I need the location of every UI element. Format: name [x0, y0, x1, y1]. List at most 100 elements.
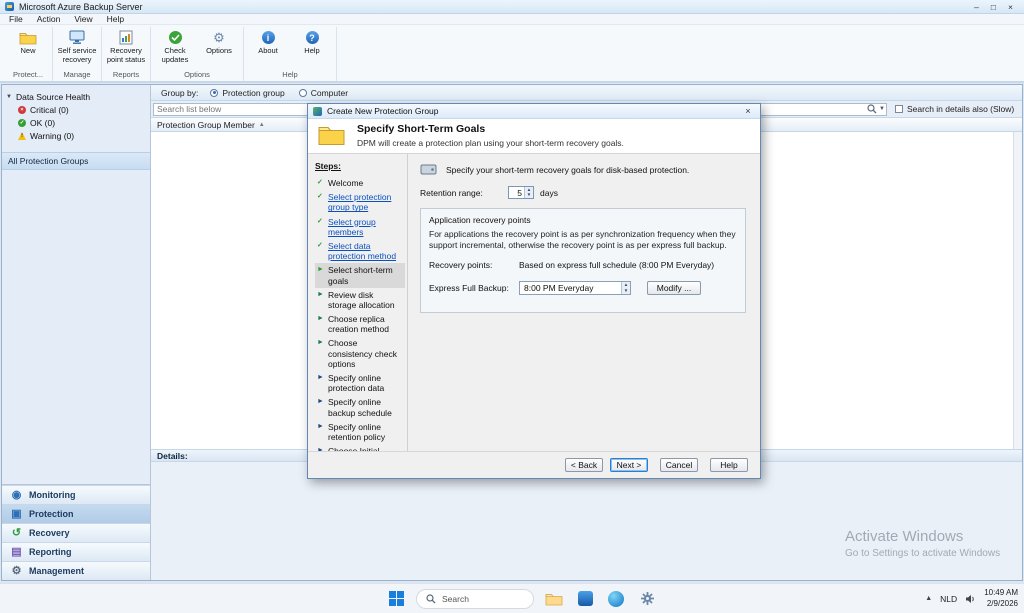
system-tray: ▲ NLD 10:49 AM 2/9/2026	[925, 584, 1018, 613]
wizard-step[interactable]: Select group members	[315, 215, 405, 239]
wizard-buttons: < Back Next > Cancel Help	[308, 451, 760, 478]
step-bullet-icon	[317, 178, 325, 187]
workspace-nav-item[interactable]: ↺ Recovery	[2, 523, 150, 542]
listbox-down-icon[interactable]: ▼	[622, 288, 630, 294]
edge-icon	[608, 590, 624, 607]
group-by-bar: Group by: Protection group Computer	[151, 85, 1022, 101]
navigation-pane: ▼ Data Source Health × Critical (0) ✓ OK…	[2, 85, 151, 580]
about-button[interactable]: i About	[246, 27, 290, 56]
help-dialog-button[interactable]: Help	[710, 458, 748, 472]
maximize-button[interactable]: □	[985, 2, 1002, 12]
new-protection-group-button[interactable]: New	[6, 27, 50, 56]
step-bullet-icon	[317, 290, 325, 299]
search-icon[interactable]	[867, 104, 877, 114]
express-full-backup-row: Express Full Backup: 8:00 PM Everyday ▲ …	[429, 281, 737, 296]
language-indicator[interactable]: NLD	[940, 594, 957, 604]
wizard-step[interactable]: Welcome	[315, 176, 405, 190]
chevron-down-icon: ▼	[6, 94, 12, 100]
health-status-icon: !	[18, 132, 26, 140]
wizard-step[interactable]: Choose Initial Online Replication	[315, 444, 405, 451]
wizard-step[interactable]: Select protection group type	[315, 190, 405, 214]
minimize-button[interactable]: –	[968, 2, 985, 12]
wizard-step[interactable]: Specify online backup schedule	[315, 395, 405, 419]
settings-button[interactable]	[636, 588, 658, 610]
backup-app-button[interactable]	[574, 588, 596, 610]
all-protection-groups-item[interactable]: All Protection Groups	[2, 152, 150, 170]
wizard-step[interactable]: Choose consistency check options	[315, 336, 405, 371]
express-schedule-listbox[interactable]: 8:00 PM Everyday ▲ ▼	[519, 281, 631, 296]
dialog-close-icon[interactable]: ×	[741, 106, 755, 116]
step-bullet-icon	[317, 373, 325, 382]
gear-icon	[640, 592, 654, 605]
taskbar-search-label: Search	[442, 593, 469, 604]
tray-time: 10:49 AM	[984, 588, 1018, 598]
wizard-step[interactable]: Select short-term goals	[315, 263, 405, 288]
button-label: Check updates	[161, 46, 189, 64]
clock[interactable]: 10:49 AM 2/9/2026	[984, 588, 1018, 609]
data-source-health-tree: ▼ Data Source Health × Critical (0) ✓ OK…	[2, 85, 150, 143]
check-updates-button[interactable]: Check updates	[153, 27, 197, 64]
recovery-point-status-button[interactable]: Recovery point status	[104, 27, 148, 64]
taskbar-search[interactable]: Search	[416, 588, 534, 609]
health-status-label: Warning (0)	[30, 131, 75, 141]
help-button[interactable]: ? Help	[290, 27, 334, 56]
spinner-arrows: ▲ ▼	[524, 187, 533, 198]
wizard-step[interactable]: Select data protection method	[315, 239, 405, 263]
start-button[interactable]	[385, 588, 407, 610]
workspace-nav-item[interactable]: ⚙ Management	[2, 561, 150, 580]
wizard-page-content: Specify your short-term recovery goals f…	[408, 154, 760, 451]
workspace-nav-item[interactable]: ▣ Protection	[2, 504, 150, 523]
ribbon-group-label: Protect...	[12, 70, 43, 79]
window-title: Microsoft Azure Backup Server	[19, 1, 143, 12]
self-service-recovery-button[interactable]: Self service recovery	[55, 27, 99, 64]
workspace-nav-item[interactable]: ◉ Monitoring	[2, 485, 150, 504]
ribbon-toolbar: New Protect... Self service recovery Man…	[0, 25, 1024, 83]
workspace-nav: ◉ Monitoring ▣ Protection ↺ Recovery ▤ R…	[2, 484, 150, 580]
menu-item[interactable]: View	[67, 14, 99, 24]
back-button[interactable]: < Back	[565, 458, 603, 472]
ribbon-group-reports: Recovery point status Reports	[102, 27, 151, 81]
file-explorer-button[interactable]	[543, 588, 565, 610]
ribbon-group-protect: New Protect...	[4, 27, 53, 81]
close-button[interactable]: ×	[1002, 2, 1019, 12]
tray-chevron-icon[interactable]: ▲	[925, 595, 932, 602]
search-details-option[interactable]: Search in details also (Slow)	[895, 104, 1014, 114]
window-controls: – □ ×	[968, 2, 1019, 12]
search-dropdown-icon[interactable]: ▼	[879, 106, 885, 112]
health-status-item[interactable]: ! Warning (0)	[2, 130, 150, 143]
cancel-button[interactable]: Cancel	[660, 458, 698, 472]
health-status-item[interactable]: ✓ OK (0)	[2, 117, 150, 130]
next-button[interactable]: Next >	[610, 458, 648, 472]
ribbon-group-help: i About ? Help Help	[244, 27, 337, 81]
group-by-radio[interactable]: Protection group	[210, 88, 285, 98]
workspace-nav-item[interactable]: ▤ Reporting	[2, 542, 150, 561]
spin-down-icon[interactable]: ▼	[525, 192, 533, 199]
modify-button[interactable]: Modify ...	[647, 281, 701, 296]
volume-icon[interactable]	[965, 594, 976, 604]
menu-item[interactable]: Help	[100, 14, 131, 24]
group-by-radio[interactable]: Computer	[298, 88, 348, 98]
options-button[interactable]: ⚙ Options	[197, 27, 241, 56]
wizard-step[interactable]: Review disk storage allocation	[315, 288, 405, 312]
step-label: Select group members	[328, 216, 376, 237]
workspace-nav-icon: ▣	[11, 507, 22, 520]
edge-browser-button[interactable]	[605, 588, 627, 610]
vertical-scrollbar[interactable]	[1013, 132, 1022, 449]
ribbon-group-label: Options	[184, 70, 210, 79]
tree-node-data-source-health[interactable]: ▼ Data Source Health	[2, 90, 150, 104]
tree-node-label: Data Source Health	[15, 92, 91, 102]
step-bullet-icon	[317, 217, 325, 226]
menu-item[interactable]: Action	[30, 14, 68, 24]
step-bullet-icon	[317, 397, 325, 406]
retention-spinner[interactable]: 5 ▲ ▼	[508, 186, 534, 199]
wizard-step[interactable]: Choose replica creation method	[315, 312, 405, 336]
wizard-step[interactable]: Specify online retention policy	[315, 420, 405, 444]
step-label: Choose consistency check options	[328, 338, 397, 369]
radio-icon	[298, 88, 307, 97]
menu-item[interactable]: File	[2, 14, 30, 24]
window-titlebar: Microsoft Azure Backup Server – □ ×	[0, 0, 1024, 14]
wizard-page-title: Specify Short-Term Goals	[357, 123, 486, 135]
wizard-step[interactable]: Specify online protection data	[315, 371, 405, 395]
health-status-item[interactable]: × Critical (0)	[2, 104, 150, 117]
group-title: Application recovery points	[429, 215, 531, 225]
